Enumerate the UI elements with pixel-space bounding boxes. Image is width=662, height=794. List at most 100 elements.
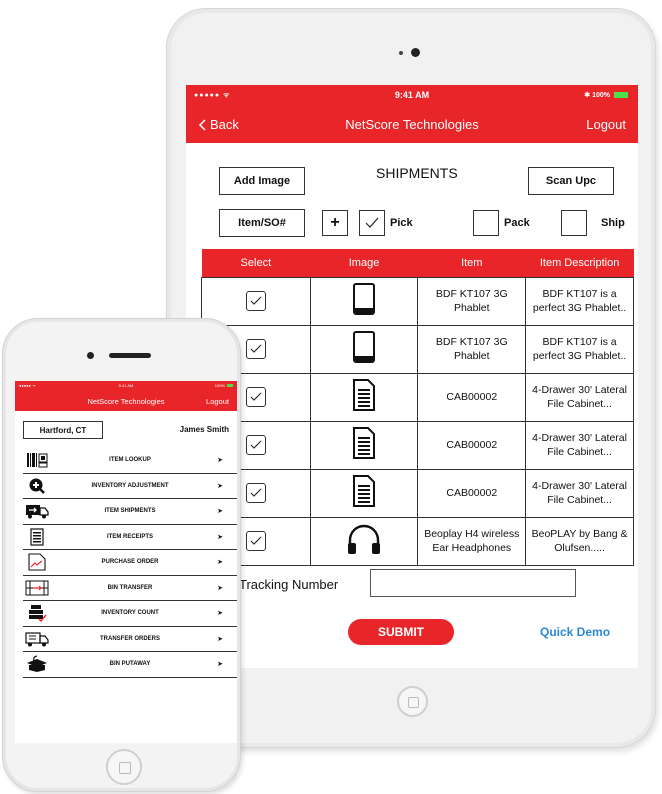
ship-checkbox[interactable]	[561, 210, 587, 236]
table-row: BDF KT107 3G Phablet BDF KT107 is a perf…	[201, 324, 634, 374]
menu-label: ITEM SHIPMENTS	[104, 508, 156, 515]
checkmark-icon	[250, 440, 262, 449]
row-checkbox[interactable]	[245, 531, 266, 551]
scan-upc-button[interactable]: Scan Upc	[528, 167, 614, 195]
menu-label: INVENTORY ADJUSTMENT	[91, 482, 169, 489]
phone-screen: ●●●●● ᯤ 9:41 AM 100% NetScore Technologi…	[15, 381, 237, 743]
tablet-icon	[353, 331, 376, 363]
submit-button[interactable]: SUBMIT	[348, 619, 454, 645]
column-header-description: Item Description	[525, 249, 634, 277]
description-cell: 4-Drawer 30' Lateral File Cabinet...	[525, 468, 634, 518]
arrow-right-icon: ➤	[217, 457, 223, 465]
menu-item-transfer-orders[interactable]: TRANSFER ORDERS ➤	[23, 627, 237, 652]
battery-icon	[614, 92, 628, 98]
phone-speaker	[109, 353, 151, 358]
user-name: James Smith	[179, 425, 229, 434]
pack-checkbox[interactable]	[473, 210, 499, 236]
row-checkbox[interactable]	[245, 387, 266, 407]
menu-item-inventory-count[interactable]: INVENTORY COUNT ➤	[23, 601, 237, 627]
document-icon	[353, 427, 376, 459]
menu-label: BIN PUTAWAY	[109, 661, 151, 668]
description-cell: 4-Drawer 30' Lateral File Cabinet...	[525, 372, 634, 422]
table-row: Beoplay H4 wireless Ear Headphones BeoPL…	[201, 516, 634, 566]
row-checkbox[interactable]	[245, 483, 266, 503]
logout-button[interactable]: Logout	[206, 397, 229, 406]
logout-button[interactable]: Logout	[586, 117, 626, 132]
arrow-right-icon: ➤	[217, 508, 223, 516]
row-checkbox[interactable]	[245, 435, 266, 455]
battery-indicator: 100%	[215, 383, 233, 388]
menu-label: ITEM RECEIPTS	[106, 533, 153, 540]
app-title: NetScore Technologies	[87, 397, 165, 406]
main-menu: ITEM LOOKUP ➤ INVENTORY ADJUSTMENT ➤ ITE…	[23, 448, 237, 678]
menu-item-bin-putaway[interactable]: BIN PUTAWAY ➤	[23, 652, 237, 678]
description-cell: BeoPLAY by Bang & Olufsen.....	[525, 516, 634, 566]
arrow-right-icon: ➤	[217, 533, 223, 541]
item-so-field[interactable]: Item/SO#	[219, 209, 305, 237]
status-time: 9:41 AM	[118, 383, 134, 388]
item-cell: CAB00002	[417, 468, 527, 518]
menu-item-item-lookup[interactable]: ITEM LOOKUP ➤	[23, 448, 237, 474]
document-icon	[353, 475, 376, 507]
menu-item-bin-transfer[interactable]: BIN TRANSFER ➤	[23, 576, 237, 601]
table-header-row: Select Image Item Item Description	[201, 249, 634, 277]
pick-label: Pick	[390, 217, 413, 229]
app-title: NetScore Technologies	[345, 117, 479, 132]
battery-percent: 100%	[214, 383, 225, 388]
menu-label: BIN TRANSFER	[107, 584, 153, 591]
table-row: CAB00002 4-Drawer 30' Lateral File Cabin…	[201, 420, 634, 470]
tablet-nav-bar: Back NetScore Technologies Logout	[186, 107, 638, 143]
menu-label: INVENTORY COUNT	[101, 610, 159, 617]
add-image-button[interactable]: Add Image	[219, 167, 305, 195]
row-checkbox[interactable]	[245, 291, 266, 311]
add-button[interactable]: +	[322, 210, 348, 236]
battery-icon	[227, 384, 233, 387]
arrow-right-icon: ➤	[217, 559, 223, 567]
checkmark-icon	[250, 344, 262, 353]
phone-home-button[interactable]	[106, 749, 142, 785]
table-row: BDF KT107 3G Phablet BDF KT107 is a perf…	[201, 276, 634, 326]
tablet-sensor	[399, 51, 403, 55]
tablet-status-bar: ●●●●● ᯤ 9:41 AM ✱ 100%	[186, 85, 638, 107]
checkmark-icon	[250, 488, 262, 497]
battery-indicator: ✱ 100%	[584, 91, 628, 99]
pack-label: Pack	[504, 217, 530, 229]
menu-label: TRANSFER ORDERS	[99, 635, 160, 642]
phone-camera	[87, 352, 94, 359]
menu-label: ITEM LOOKUP	[109, 457, 151, 464]
quick-demo-link[interactable]: Quick Demo	[540, 625, 610, 639]
menu-item-item-shipments[interactable]: ITEM SHIPMENTS ➤	[23, 499, 237, 525]
phone-nav-bar: NetScore Technologies Logout	[15, 391, 237, 411]
arrow-right-icon: ➤	[217, 584, 223, 592]
item-cell: Beoplay H4 wireless Ear Headphones	[417, 516, 527, 566]
menu-item-inventory-adjustment[interactable]: INVENTORY ADJUSTMENT ➤	[23, 474, 237, 499]
table-row: CAB00002 4-Drawer 30' Lateral File Cabin…	[201, 372, 634, 422]
checkmark-icon	[250, 536, 262, 545]
battery-percent: ✱ 100%	[584, 92, 610, 99]
item-cell: CAB00002	[417, 372, 527, 422]
column-header-image: Image	[310, 249, 418, 277]
arrow-right-icon: ➤	[217, 661, 223, 669]
pick-checkbox[interactable]	[359, 210, 385, 236]
checkmark-icon	[365, 217, 379, 228]
tablet-camera	[411, 48, 420, 57]
location-selector[interactable]: Hartford, CT	[23, 421, 103, 439]
menu-item-purchase-order[interactable]: PURCHASE ORDER ➤	[23, 550, 237, 576]
page-title: SHIPMENTS	[376, 165, 458, 181]
ship-label: Ship	[601, 217, 625, 229]
phone-device: ●●●●● ᯤ 9:41 AM 100% NetScore Technologi…	[2, 318, 241, 792]
tablet-home-button[interactable]	[397, 686, 428, 717]
item-cell: CAB00002	[417, 420, 527, 470]
shipments-table: Select Image Item Item Description BDF K…	[201, 249, 634, 566]
tracking-number-input[interactable]	[370, 569, 576, 597]
tablet-screen: ●●●●● ᯤ 9:41 AM ✱ 100% Back NetScore Tec…	[186, 85, 638, 668]
plus-icon: +	[330, 214, 340, 231]
row-checkbox[interactable]	[245, 339, 266, 359]
tablet-icon	[353, 283, 376, 315]
menu-item-item-receipts[interactable]: ITEM RECEIPTS ➤	[23, 525, 237, 550]
column-header-select: Select	[201, 249, 311, 277]
checkmark-icon	[250, 392, 262, 401]
arrow-right-icon: ➤	[217, 482, 223, 490]
description-cell: BDF KT107 is a perfect 3G Phablet..	[525, 324, 634, 374]
menu-label: PURCHASE ORDER	[101, 559, 159, 566]
